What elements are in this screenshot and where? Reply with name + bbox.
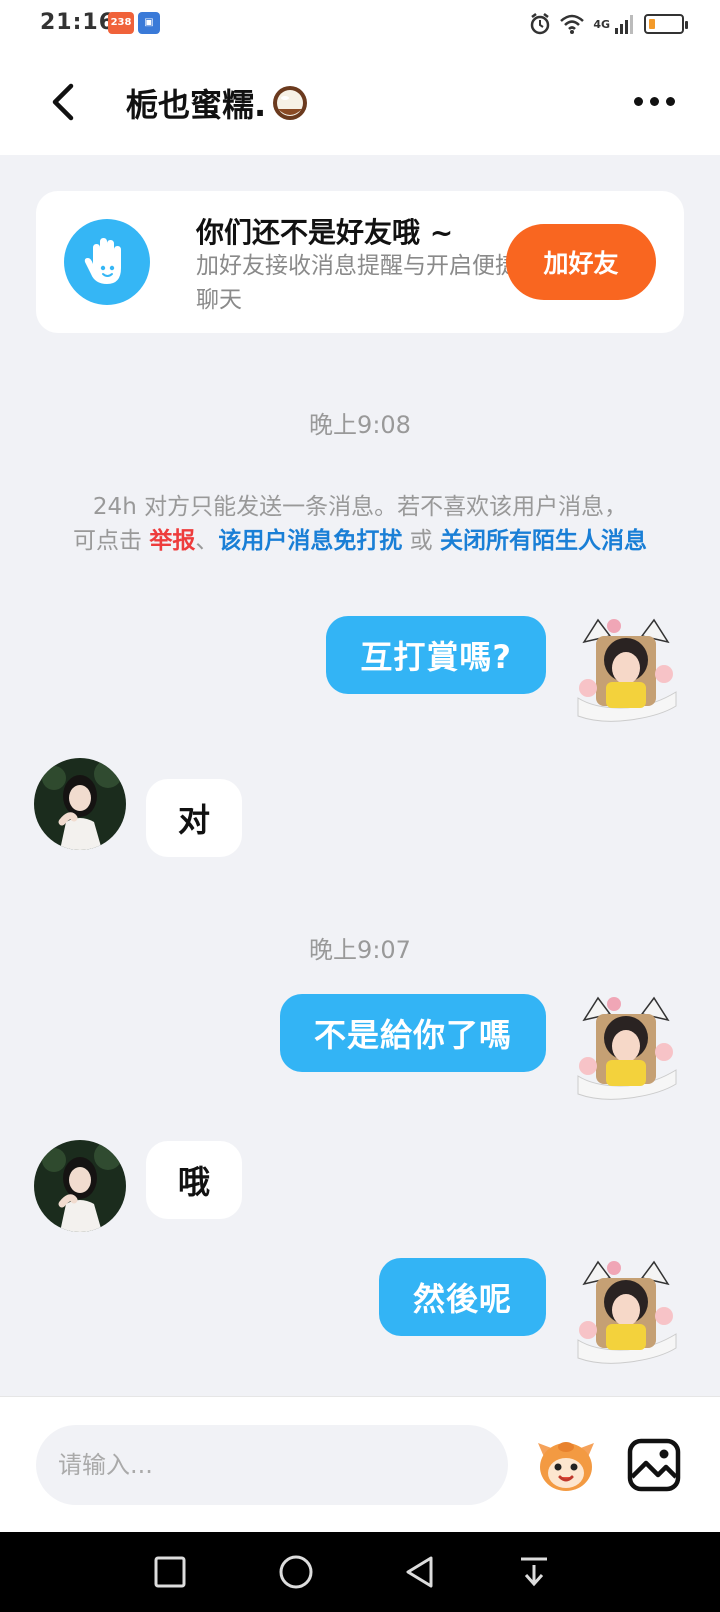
chat-header: 栀也蜜糯. <box>0 50 720 155</box>
notification-pull-icon <box>521 1557 547 1587</box>
status-time: 21:16 <box>40 10 116 35</box>
message-bubble-outgoing[interactable]: 不是給你了嗎 <box>279 994 546 1072</box>
hand-wave-icon <box>64 219 150 305</box>
sticker-button[interactable] <box>534 1433 598 1497</box>
stranger-notice: 24h 对方只能发送一条消息。若不喜欢该用户消息， 可点击 举报、该用户消息免打… <box>50 490 670 558</box>
contact-name: 栀也蜜糯. <box>126 86 267 124</box>
back-triangle-icon <box>406 1556 433 1588</box>
page-title: 栀也蜜糯. <box>126 80 310 126</box>
add-friend-card: 你们还不是好友哦 ~ 加好友接收消息提醒与开启便捷聊天 加好友 <box>36 191 684 333</box>
add-friend-button[interactable]: 加好友 <box>506 224 656 300</box>
notice-line: 24h 对方只能发送一条消息。若不喜欢该用户消息， <box>92 494 628 520</box>
input-bar <box>0 1396 720 1532</box>
mute-user-link[interactable]: 该用户消息免打扰 <box>218 528 402 554</box>
more-button[interactable] <box>624 86 684 116</box>
contact-avatar-image <box>34 1140 126 1232</box>
report-link[interactable]: 举报 <box>149 528 195 554</box>
notice-sep: 、 <box>195 528 219 554</box>
avatar[interactable] <box>570 1254 682 1366</box>
message-bubble-outgoing[interactable]: 互打賞嗎? <box>326 616 546 694</box>
image-button[interactable] <box>626 1437 682 1493</box>
coconut-icon <box>273 86 308 120</box>
back-button[interactable] <box>40 80 84 124</box>
timestamp: 晚上9:07 <box>309 936 411 964</box>
chevron-left-icon <box>52 83 74 121</box>
signal-icon <box>615 15 633 34</box>
more-dot <box>665 96 675 106</box>
avatar[interactable] <box>34 1140 126 1232</box>
app-notification-icon: ▣ <box>138 12 160 34</box>
timestamp: 晚上9:08 <box>309 411 411 439</box>
self-avatar-image <box>577 618 677 722</box>
message-bubble-outgoing[interactable]: 然後呢 <box>378 1258 546 1336</box>
status-bar: 21:16 238 ▣ 4G <box>0 0 720 50</box>
self-avatar-image <box>577 1260 677 1364</box>
recents-square-icon <box>154 1556 186 1588</box>
close-strangers-link[interactable]: 关闭所有陌生人消息 <box>440 528 647 554</box>
back-nav-button[interactable] <box>398 1550 442 1594</box>
notice-or: 或 <box>402 528 440 554</box>
notification-badge: 238 <box>108 12 134 34</box>
contact-avatar-image <box>34 758 126 850</box>
network-label: 4G <box>593 17 610 31</box>
avatar[interactable] <box>570 612 682 724</box>
recents-button[interactable] <box>148 1550 192 1594</box>
notification-pull-button[interactable] <box>512 1550 556 1594</box>
message-bubble-incoming[interactable]: 对 <box>146 779 243 857</box>
self-avatar-image <box>577 996 677 1100</box>
sticker-icon <box>538 1442 594 1491</box>
home-circle-icon <box>279 1555 313 1589</box>
home-button[interactable] <box>274 1550 318 1594</box>
more-dot <box>649 96 659 106</box>
image-icon <box>627 1438 681 1492</box>
avatar[interactable] <box>34 758 126 850</box>
wifi-icon <box>560 14 585 34</box>
message-input[interactable] <box>36 1425 508 1505</box>
battery-icon <box>644 14 688 34</box>
battery-fill <box>649 19 655 29</box>
alarm-icon <box>531 13 550 35</box>
avatar[interactable] <box>570 990 682 1102</box>
system-nav-bar <box>0 1532 720 1612</box>
notice-prefix: 可点击 <box>73 528 150 554</box>
friend-card-title: 你们还不是好友哦 ~ <box>196 216 454 249</box>
more-dot <box>633 96 643 106</box>
friend-card-subtitle: 加好友接收消息提醒与开启便捷聊天 <box>196 253 518 313</box>
status-icons: 4G <box>529 10 688 38</box>
message-bubble-incoming[interactable]: 哦 <box>146 1141 243 1219</box>
